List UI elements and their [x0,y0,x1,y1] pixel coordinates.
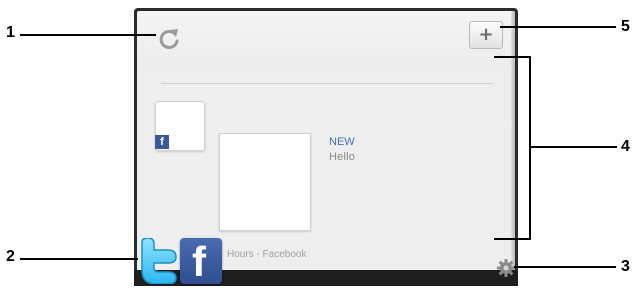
facebook-icon[interactable]: f [180,238,222,284]
refresh-icon[interactable] [155,25,183,53]
callout-line-1 [20,34,156,36]
callout-number-3: 3 [621,258,630,275]
callout-line-4 [531,146,617,148]
post-text: Hello [329,151,356,163]
widget-header [137,11,515,71]
header-divider [161,83,493,84]
callout-line-3 [514,266,616,268]
callout-number-4: 4 [621,138,630,155]
callout-number-2: 2 [6,248,15,265]
callout-bracket-bottom [494,238,530,240]
facebook-letter: f [192,238,206,285]
callout-bracket-top [494,56,530,58]
callout-bracket-vertical [529,56,531,240]
twitter-icon[interactable] [136,238,180,284]
post-image[interactable] [219,133,311,231]
post-timestamp: Hours - Facebook [227,249,307,260]
scroll-edge [511,11,515,276]
widget-panel: + f NEW Hello Hours - Facebook [137,11,515,276]
callout-number-5: 5 [621,18,630,35]
callout-number-1: 1 [6,24,15,41]
callout-line-5 [500,26,616,28]
callout-line-2 [20,258,138,260]
facebook-badge-icon: f [155,135,169,149]
add-button[interactable]: + [469,21,503,49]
gear-icon[interactable] [496,258,516,278]
post-status-label: NEW [329,136,355,148]
